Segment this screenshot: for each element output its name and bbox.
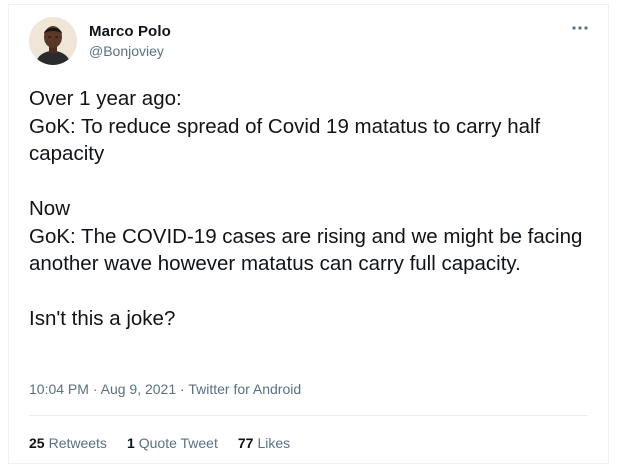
- tweet-paragraph: Isn't this a joke?: [29, 305, 599, 333]
- meta-separator: ·: [176, 381, 189, 397]
- divider: [29, 415, 588, 416]
- tweet-text: Over 1 year ago: GoK: To reduce spread o…: [29, 85, 599, 333]
- tweet-source[interactable]: Twitter for Android: [188, 381, 301, 397]
- tweet-stats: 25 Retweets 1 Quote Tweet 77 Likes: [29, 435, 290, 451]
- quote-tweets-label: Quote Tweet: [138, 435, 218, 451]
- more-horizontal-icon[interactable]: [570, 21, 590, 33]
- avatar[interactable]: [29, 17, 77, 65]
- retweets-label: Retweets: [48, 435, 107, 451]
- avatar-image: [29, 17, 77, 65]
- quote-tweets-stat[interactable]: 1 Quote Tweet: [127, 435, 218, 451]
- retweets-count: 25: [29, 435, 45, 451]
- retweets-stat[interactable]: 25 Retweets: [29, 435, 107, 451]
- tweet-meta: 10:04 PM · Aug 9, 2021 · Twitter for And…: [29, 381, 301, 397]
- likes-label: Likes: [257, 435, 291, 451]
- likes-count: 77: [237, 435, 254, 451]
- tweet-line: Now: [29, 197, 71, 220]
- tweet-date[interactable]: Aug 9, 2021: [101, 381, 177, 397]
- tweet-paragraph: Over 1 year ago: GoK: To reduce spread o…: [29, 85, 599, 168]
- tweet-line: Over 1 year ago:: [29, 87, 182, 110]
- tweet-time[interactable]: 10:04 PM: [29, 381, 89, 397]
- tweet-paragraph: Now GoK: The COVID-19 cases are rising a…: [29, 195, 599, 278]
- likes-stat[interactable]: 77 Likes: [238, 435, 290, 451]
- author-handle[interactable]: @Bonjoviey: [89, 43, 164, 59]
- meta-separator: ·: [88, 381, 101, 397]
- author-display-name[interactable]: Marco Polo: [89, 23, 171, 40]
- tweet-line: GoK: To reduce spread of Covid 19 matatu…: [29, 114, 546, 166]
- quote-tweets-count: 1: [126, 435, 135, 451]
- tweet-card: Marco Polo @Bonjoviey Over 1 year ago: G…: [8, 4, 609, 464]
- tweet-line: GoK: The COVID-19 cases are rising and w…: [29, 224, 589, 276]
- tweet-line: Isn't this a joke?: [29, 307, 176, 330]
